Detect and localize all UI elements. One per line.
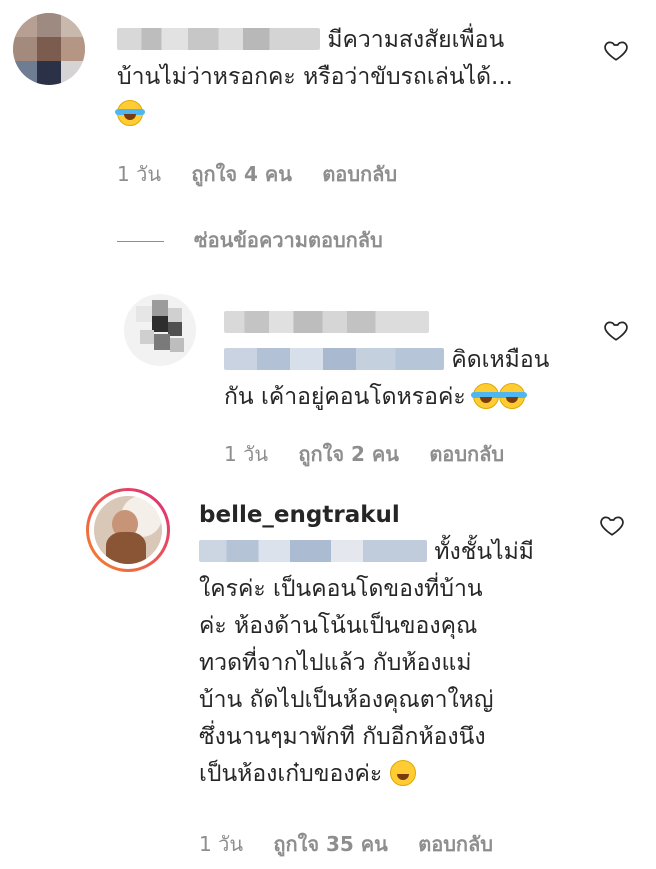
likes-count[interactable]: ถูกใจ 35 คน xyxy=(273,832,388,856)
comment-line: กัน เค้าอยู่คอนโดหรอค่ะ xyxy=(224,384,466,410)
comment-line: ค่ะ ห้องด้านโน้นเป็นของคุณ xyxy=(199,613,478,639)
comment-line: คิดเหมือน xyxy=(451,347,550,373)
comment-line: ทวดที่จากไปแล้ว กับห้องแม่ xyxy=(199,650,472,676)
comment-time: 1 วัน xyxy=(117,162,161,186)
comment-meta: 1 วัน ถูกใจ 35 คน ตอบกลับ xyxy=(199,828,517,860)
face-with-tears-of-joy-icon xyxy=(497,383,528,409)
face-with-tears-of-joy-icon xyxy=(471,383,502,409)
hide-replies-label: ซ่อนข้อความตอบกลับ xyxy=(194,228,383,252)
divider xyxy=(117,241,164,242)
comment-text: มีความสงสัยเพื่อน บ้านไม่ว่าหรอกคะ หรือว… xyxy=(115,22,587,133)
comment-line: บ้าน ถัดไปเป็นห้องคุณตาใหญ่ xyxy=(199,687,494,713)
grinning-face-icon xyxy=(389,760,416,786)
avatar[interactable] xyxy=(124,294,196,366)
comment-time: 1 วัน xyxy=(224,442,268,466)
blurred-username[interactable] xyxy=(224,311,429,333)
comment-meta: 1 วัน ถูกใจ 4 คน ตอบกลับ xyxy=(117,158,421,190)
likes-count[interactable]: ถูกใจ 2 คน xyxy=(298,442,399,466)
avatar[interactable] xyxy=(13,13,85,85)
blurred-mention[interactable] xyxy=(199,540,427,562)
blurred-username[interactable] xyxy=(117,28,320,50)
comment-line: ทั้งชั้นไม่มี xyxy=(434,539,534,565)
heart-outline-icon[interactable] xyxy=(603,317,629,343)
comments-thread: มีความสงสัยเพื่อน บ้านไม่ว่าหรอกคะ หรือว… xyxy=(0,0,656,869)
comment-line: บ้านไม่ว่าหรอกคะ หรือว่าขับรถเล่นได้... xyxy=(117,64,513,90)
comment-line: มีความสงสัยเพื่อน xyxy=(327,27,505,53)
comment-text: คิดเหมือน กัน เค้าอยู่คอนโดหรอค่ะ xyxy=(224,305,614,416)
blurred-mention[interactable] xyxy=(224,348,444,370)
comment-username[interactable]: belle_engtrakul xyxy=(199,502,400,528)
heart-outline-icon[interactable] xyxy=(599,512,625,538)
heart-outline-icon[interactable] xyxy=(603,37,629,63)
comment-line: ซึ่งนานๆมาพักที กับอีกห้องนึง xyxy=(199,724,486,750)
reply-button[interactable]: ตอบกลับ xyxy=(429,442,504,466)
avatar-story-ring[interactable] xyxy=(86,488,170,572)
comment-meta: 1 วัน ถูกใจ 2 คน ตอบกลับ xyxy=(224,438,528,470)
comment-line: ใครค่ะ เป็นคอนโดของที่บ้าน xyxy=(199,576,483,602)
comment-line: เป็นห้องเก๋บของค่ะ xyxy=(199,761,383,787)
comment-time: 1 วัน xyxy=(199,832,243,856)
comment-text: belle_engtrakul ทั้งชั้นไม่มี ใครค่ะ เป็… xyxy=(199,497,599,793)
reply-button[interactable]: ตอบกลับ xyxy=(418,832,493,856)
likes-count[interactable]: ถูกใจ 4 คน xyxy=(191,162,292,186)
reply-button[interactable]: ตอบกลับ xyxy=(322,162,397,186)
avatar xyxy=(94,496,162,564)
face-with-tears-of-joy-icon xyxy=(115,100,145,126)
hide-replies-button[interactable]: ซ่อนข้อความตอบกลับ xyxy=(117,224,383,256)
